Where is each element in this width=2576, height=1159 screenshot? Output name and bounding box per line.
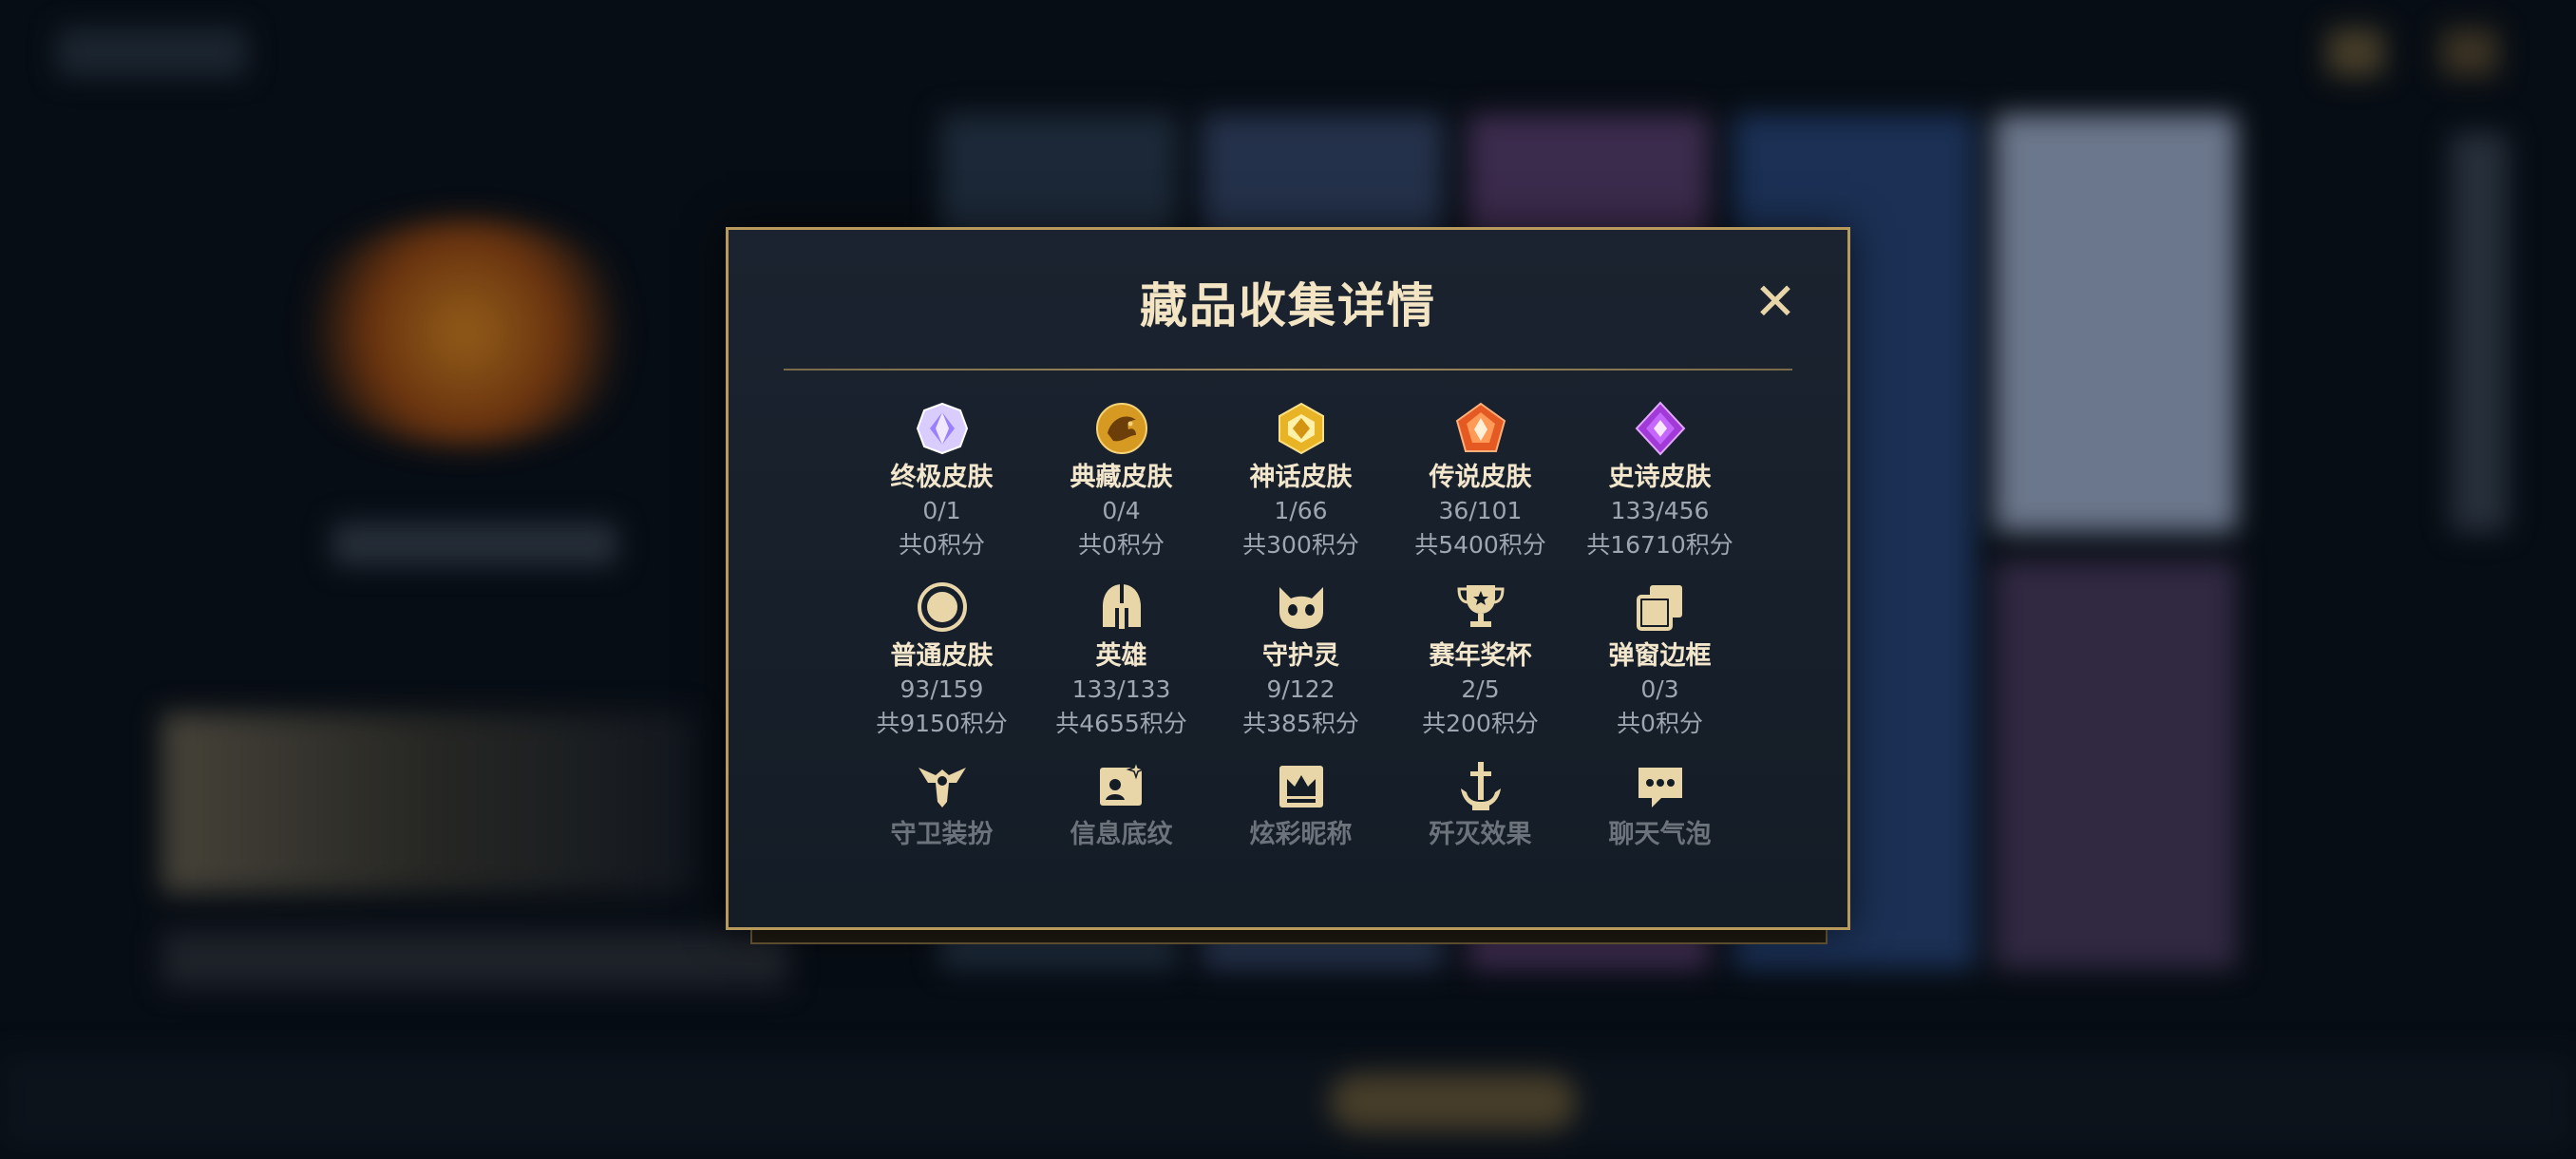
item-points: 共0积分	[899, 531, 985, 559]
collection-item-hero[interactable]: 英雄 133/133 共4655积分	[1032, 580, 1211, 741]
item-count: 93/159	[900, 675, 984, 703]
item-points: 共5400积分	[1414, 531, 1546, 559]
info-background-icon	[1094, 758, 1149, 813]
popup-frame-icon	[1633, 580, 1688, 635]
item-count: 0/3	[1640, 675, 1679, 703]
item-name: 英雄	[1095, 641, 1147, 671]
item-count: 133/133	[1071, 675, 1171, 703]
legend-skin-icon	[1453, 401, 1508, 456]
chat-bubble-icon	[1633, 758, 1688, 813]
item-points: 共385积分	[1242, 710, 1359, 737]
collection-item-season-trophy[interactable]: 赛年奖杯 2/5 共200积分	[1391, 580, 1570, 741]
normal-skin-icon	[915, 580, 970, 635]
item-points: 共200积分	[1422, 710, 1539, 737]
guard-outfit-icon	[915, 758, 970, 813]
item-name: 赛年奖杯	[1429, 641, 1532, 671]
scroll-fade	[731, 842, 1845, 927]
item-name: 史诗皮肤	[1608, 463, 1712, 492]
item-count: 36/101	[1438, 497, 1523, 524]
item-points: 共16710积分	[1586, 531, 1733, 559]
item-name: 终极皮肤	[890, 463, 994, 492]
item-count: 2/5	[1461, 675, 1500, 703]
mythic-skin-icon	[1274, 401, 1329, 456]
item-name: 神话皮肤	[1249, 463, 1353, 492]
close-button[interactable]: ✕	[1751, 276, 1800, 328]
item-points: 共0积分	[1617, 710, 1703, 737]
item-points: 共4655积分	[1055, 710, 1187, 737]
kill-effect-icon	[1453, 758, 1508, 813]
collection-item-normal-skin[interactable]: 普通皮肤 93/159 共9150积分	[852, 580, 1032, 741]
collection-item-mythic-skin[interactable]: 神话皮肤 1/66 共300积分	[1211, 401, 1391, 562]
hero-helmet-icon	[1094, 580, 1149, 635]
title-divider	[784, 369, 1792, 370]
collection-item-collector-skin[interactable]: 典藏皮肤 0/4 共0积分	[1032, 401, 1211, 562]
collection-item-popup-frame[interactable]: 弹窗边框 0/3 共0积分	[1570, 580, 1750, 741]
collection-item-ultimate-skin[interactable]: 终极皮肤 0/1 共0积分	[852, 401, 1032, 562]
item-count: 0/4	[1102, 497, 1141, 524]
collection-item-epic-skin[interactable]: 史诗皮肤 133/456 共16710积分	[1570, 401, 1750, 562]
item-count: 9/122	[1266, 675, 1335, 703]
item-name: 弹窗边框	[1608, 641, 1712, 671]
item-points: 共0积分	[1078, 531, 1165, 559]
item-count: 0/1	[922, 497, 961, 524]
guardian-spirit-icon	[1274, 580, 1329, 635]
item-name: 守护灵	[1262, 641, 1339, 671]
collection-details-modal: 藏品收集详情 ✕ 终极皮肤 0/1 共0积分 典藏皮肤 0/4 共0积分 神话皮…	[726, 227, 1850, 930]
item-points: 共9150积分	[876, 710, 1008, 737]
ultimate-skin-icon	[915, 401, 970, 456]
item-name: 典藏皮肤	[1070, 463, 1173, 492]
colorful-nickname-icon	[1274, 758, 1329, 813]
item-count: 133/456	[1610, 497, 1710, 524]
item-count: 1/66	[1274, 497, 1328, 524]
modal-title: 藏品收集详情	[1140, 278, 1436, 333]
item-points: 共300积分	[1242, 531, 1359, 559]
item-name: 普通皮肤	[890, 641, 994, 671]
epic-skin-icon	[1633, 401, 1688, 456]
item-name: 传说皮肤	[1429, 463, 1532, 492]
collection-item-guardian-spirit[interactable]: 守护灵 9/122 共385积分	[1211, 580, 1391, 741]
collection-item-legend-skin[interactable]: 传说皮肤 36/101 共5400积分	[1391, 401, 1570, 562]
season-trophy-icon	[1453, 580, 1508, 635]
collector-skin-icon	[1094, 401, 1149, 456]
